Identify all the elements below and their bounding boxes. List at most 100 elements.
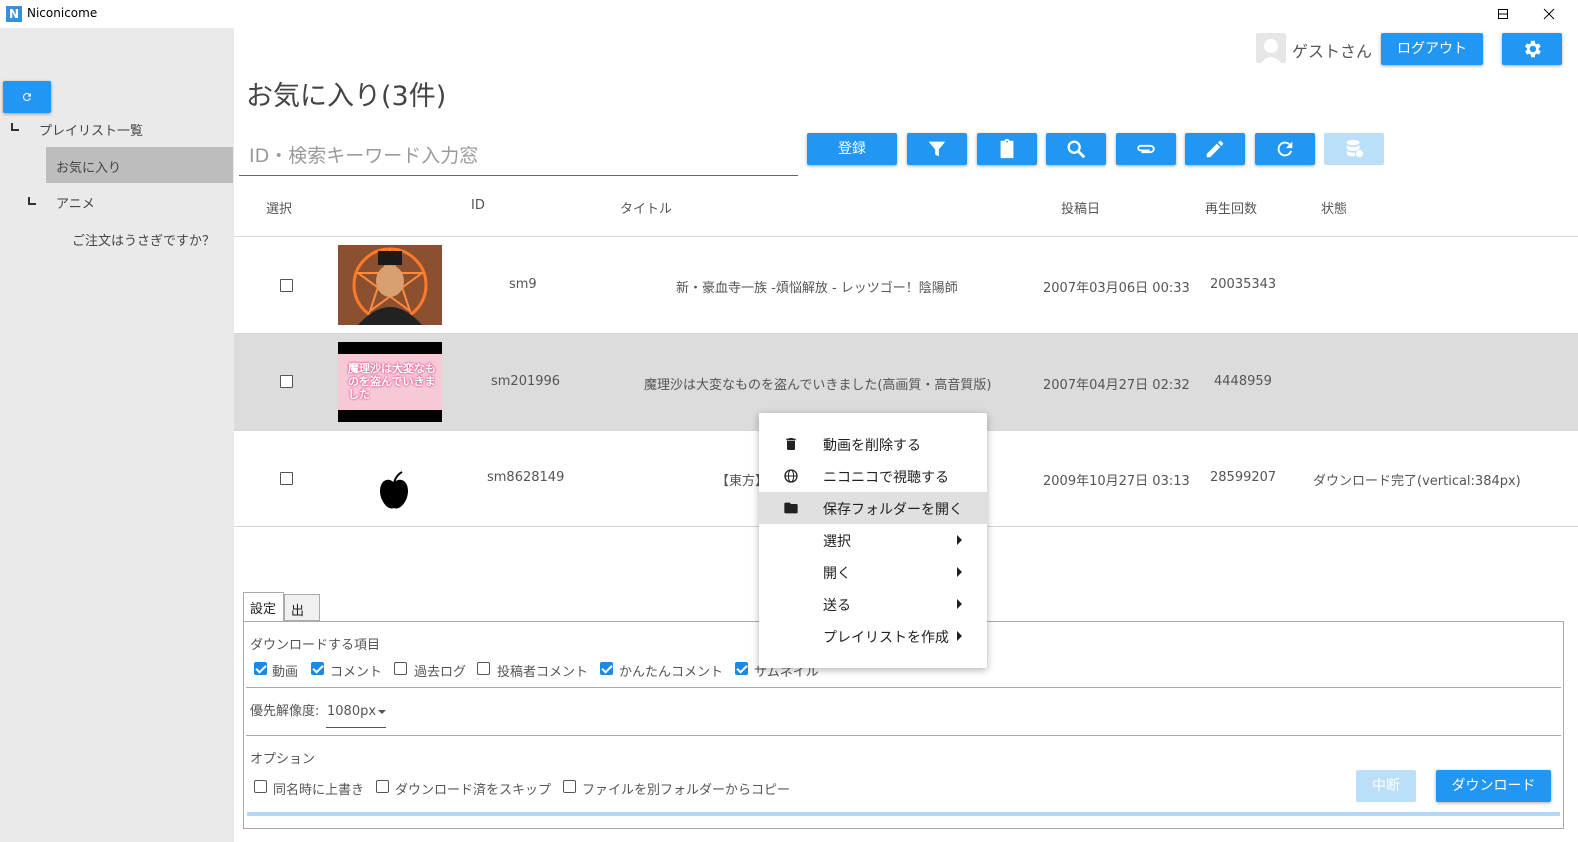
- options-label: オプション: [250, 752, 316, 767]
- settings-button[interactable]: [1502, 33, 1562, 65]
- filter-button[interactable]: [907, 133, 967, 165]
- row-select-checkbox[interactable]: [280, 279, 293, 292]
- page-title: お気に入り(3件): [246, 81, 447, 112]
- download-button[interactable]: ダウンロード: [1436, 770, 1551, 802]
- tree-item-playlists[interactable]: プレイリスト一覧: [39, 120, 143, 139]
- menu-item-delete-video[interactable]: 動画を削除する: [759, 428, 987, 460]
- copy-from-folder-checkbox[interactable]: [563, 780, 576, 793]
- maximize-icon: [1498, 9, 1508, 19]
- user-name: ゲストさん: [1292, 42, 1373, 61]
- menu-item-select[interactable]: 選択: [759, 524, 987, 556]
- search-field: [239, 138, 798, 176]
- past-log-checkbox-label: 過去ログ: [414, 665, 467, 680]
- column-header-status: 状態: [1321, 202, 1348, 217]
- database-button[interactable]: [1324, 133, 1384, 165]
- skip-downloaded-checkbox[interactable]: [376, 780, 389, 793]
- tree-item-anime[interactable]: アニメ: [56, 193, 95, 212]
- video-thumbnail: 魔理沙は大変なものを盗んでいきました: [338, 342, 442, 422]
- filter-icon: [928, 141, 946, 157]
- close-icon: [1543, 8, 1555, 20]
- paperclip-icon: [1137, 144, 1155, 154]
- submenu-arrow-icon: [957, 567, 962, 577]
- thumbnail-checkbox[interactable]: [735, 662, 748, 675]
- tree-collapse-icon[interactable]: [11, 123, 19, 131]
- apple-silhouette-icon: [380, 471, 408, 509]
- tree-item-gochiusa[interactable]: ご注文はうさぎですか？: [72, 230, 215, 249]
- search-input[interactable]: [249, 140, 789, 172]
- copy-from-folder-checkbox-label: ファイルを別フォルダーからコピー: [582, 783, 791, 798]
- panel-divider: [246, 735, 1561, 736]
- row-status: ダウンロード完了(vertical:384px): [1313, 474, 1521, 489]
- menu-item-open-folder[interactable]: 保存フォルダーを開く: [759, 492, 987, 524]
- comment-checkbox-label: コメント: [330, 665, 383, 680]
- gear-icon: [1525, 40, 1541, 58]
- app-logo-icon: N: [6, 6, 22, 22]
- clipboard-button[interactable]: [977, 133, 1037, 165]
- search-button[interactable]: [1046, 133, 1106, 165]
- column-header-views: 再生回数: [1205, 202, 1258, 217]
- attach-button[interactable]: [1116, 133, 1176, 165]
- download-items-label: ダウンロードする項目: [250, 638, 381, 653]
- menu-item-label: プレイリストを作成: [823, 630, 949, 646]
- avatar: [1256, 33, 1286, 63]
- video-thumbnail: [338, 439, 442, 519]
- video-checkbox[interactable]: [254, 662, 267, 675]
- menu-item-send[interactable]: 送る: [759, 588, 987, 620]
- row-views: 20035343: [1210, 277, 1277, 292]
- register-button[interactable]: 登録: [807, 133, 897, 165]
- row-date: 2009年10月27日 03:13: [1043, 474, 1190, 489]
- owner-comment-checkbox[interactable]: [477, 662, 490, 675]
- comment-checkbox[interactable]: [311, 662, 324, 675]
- edit-button[interactable]: [1185, 133, 1245, 165]
- easy-comment-checkbox-label: かんたんコメント: [619, 665, 724, 680]
- column-header-select: 選択: [266, 202, 293, 217]
- abort-button[interactable]: 中断: [1356, 770, 1416, 802]
- globe-icon: [784, 469, 798, 483]
- database-icon: [1346, 139, 1364, 158]
- resolution-label: 優先解像度:: [250, 704, 320, 719]
- row-select-checkbox[interactable]: [280, 375, 293, 388]
- refresh-button[interactable]: [1255, 133, 1315, 165]
- menu-item-label: 選択: [823, 534, 851, 550]
- row-id: sm201996: [491, 374, 561, 389]
- refresh-icon: [22, 92, 31, 101]
- tab-settings[interactable]: 設定: [243, 592, 284, 621]
- row-id: sm9: [509, 277, 537, 292]
- overwrite-checkbox-label: 同名時に上書き: [273, 783, 365, 798]
- title-bar: N Niconicome: [0, 0, 1578, 28]
- submenu-arrow-icon: [957, 599, 962, 609]
- tab-output[interactable]: 出力: [284, 594, 320, 638]
- folder-icon: [784, 502, 798, 514]
- row-views: 28599207: [1210, 470, 1277, 485]
- row-select-checkbox[interactable]: [280, 472, 293, 485]
- pencil-icon: [1206, 140, 1224, 158]
- menu-item-create-playlist[interactable]: プレイリストを作成: [759, 620, 987, 652]
- menu-item-label: 送る: [823, 598, 851, 614]
- submenu-arrow-icon: [957, 535, 962, 545]
- menu-item-open[interactable]: 開く: [759, 556, 987, 588]
- maximize-button[interactable]: [1482, 2, 1528, 26]
- row-date: 2007年04月27日 02:32: [1043, 378, 1190, 393]
- row-date: 2007年03月06日 00:33: [1043, 281, 1190, 296]
- tree-collapse-icon[interactable]: [28, 197, 36, 205]
- table-row[interactable]: sm9 新・豪血寺一族 -煩悩解放 - レッツゴー！陰陽師 2007年03月06…: [234, 237, 1578, 333]
- resolution-value: 1080px: [327, 704, 377, 719]
- row-id: sm8628149: [487, 470, 565, 485]
- logout-button[interactable]: ログアウト: [1381, 33, 1483, 65]
- trash-icon: [786, 438, 796, 450]
- overwrite-checkbox[interactable]: [254, 780, 267, 793]
- menu-item-label: 保存フォルダーを開く: [823, 502, 963, 518]
- clipboard-icon: [1000, 138, 1014, 159]
- sidebar-refresh-button[interactable]: [3, 81, 51, 113]
- refresh-icon: [1277, 141, 1293, 157]
- menu-item-watch-niconico[interactable]: ニコニコで視聴する: [759, 460, 987, 492]
- easy-comment-checkbox[interactable]: [600, 662, 613, 675]
- resolution-select[interactable]: 1080px: [326, 696, 386, 728]
- download-progress-bar: [247, 812, 1560, 816]
- column-header-title: タイトル: [620, 202, 673, 217]
- video-checkbox-label: 動画: [272, 665, 299, 680]
- menu-item-label: ニコニコで視聴する: [823, 470, 949, 486]
- column-header-id: ID: [471, 198, 485, 213]
- close-button[interactable]: [1526, 2, 1572, 26]
- past-log-checkbox[interactable]: [394, 662, 407, 675]
